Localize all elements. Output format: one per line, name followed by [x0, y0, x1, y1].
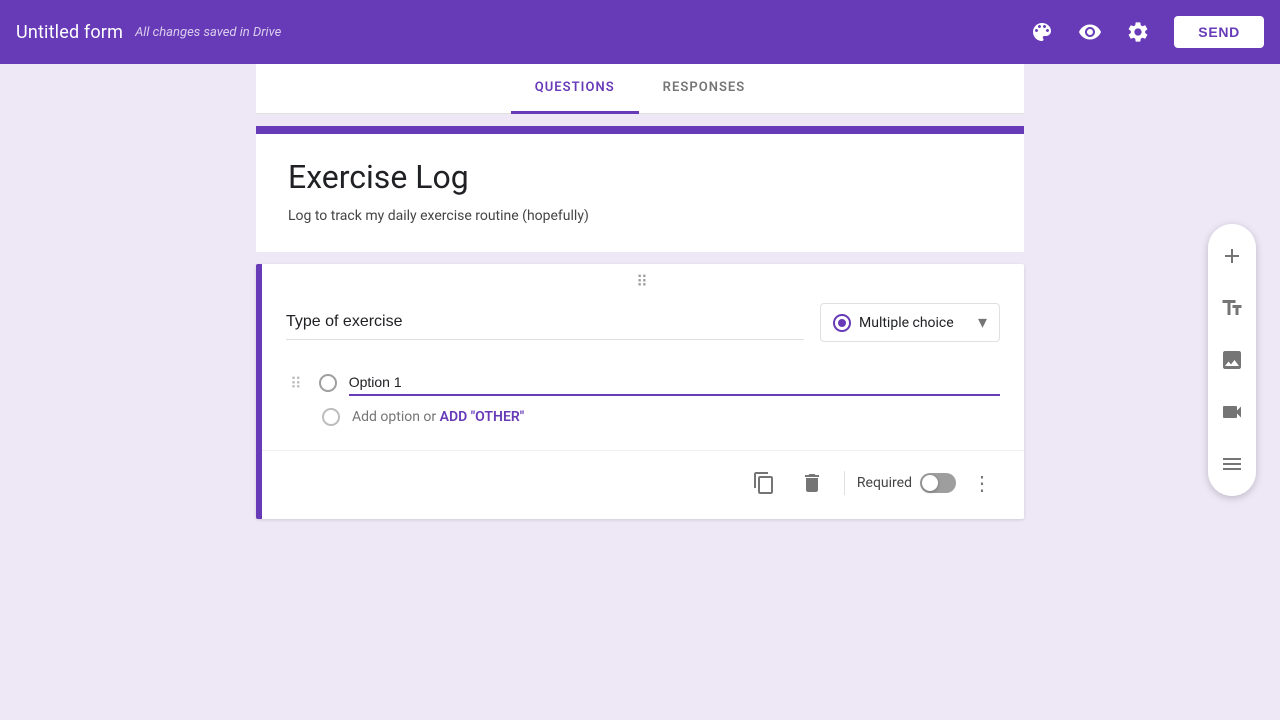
plus-icon: [1220, 244, 1244, 268]
settings-button[interactable]: [1118, 12, 1158, 52]
delete-button[interactable]: [792, 463, 832, 503]
text-icon: [1220, 296, 1244, 320]
question-footer: Required ⋮: [262, 450, 1024, 519]
preview-button[interactable]: [1070, 12, 1110, 52]
trash-icon: [800, 471, 824, 495]
add-image-button[interactable]: [1208, 336, 1256, 384]
type-label: Multiple choice: [859, 315, 970, 331]
add-title-button[interactable]: [1208, 284, 1256, 332]
eye-icon: [1078, 20, 1102, 44]
duplicate-button[interactable]: [744, 463, 784, 503]
option-1-input[interactable]: [349, 370, 1000, 396]
chevron-down-icon: ▾: [978, 312, 987, 333]
options-area: ⠿ Add option or ADD "OTHER": [286, 366, 1000, 442]
required-label: Required: [857, 475, 912, 491]
gear-icon: [1126, 20, 1150, 44]
header-left: Untitled form All changes saved in Drive: [16, 22, 1022, 43]
add-option-text[interactable]: Add option or ADD "OTHER": [352, 409, 524, 425]
question-title-input[interactable]: [286, 305, 804, 340]
option-radio-1: [319, 374, 337, 392]
tab-responses[interactable]: RESPONSES: [639, 64, 770, 114]
app-header: Untitled form All changes saved in Drive…: [0, 0, 1280, 64]
required-toggle[interactable]: [920, 473, 956, 493]
question-body: Multiple choice ▾ ⠿ Add: [262, 295, 1024, 442]
add-section-button[interactable]: [1208, 440, 1256, 488]
send-button[interactable]: SEND: [1174, 16, 1264, 48]
form-title: Untitled form: [16, 22, 123, 43]
more-options-button[interactable]: ⋮: [964, 465, 1000, 501]
image-icon: [1220, 348, 1244, 372]
question-type-selector[interactable]: Multiple choice ▾: [820, 303, 1000, 342]
radio-type-icon: [833, 314, 851, 332]
question-card: ⠿ Multiple choice ▾ ⠿: [256, 264, 1024, 519]
drag-handle: ⠿: [262, 264, 1024, 295]
add-option-row: Add option or ADD "OTHER": [322, 400, 1000, 434]
copy-icon: [752, 471, 776, 495]
content-area: QUESTIONS RESPONSES Exercise Log Log to …: [0, 64, 1280, 720]
add-video-button[interactable]: [1208, 388, 1256, 436]
tabs-bar: QUESTIONS RESPONSES: [256, 64, 1024, 114]
option-row-1: ⠿: [286, 366, 1000, 400]
video-icon: [1220, 400, 1244, 424]
tab-questions[interactable]: QUESTIONS: [511, 64, 639, 114]
form-header-card: Exercise Log Log to track my daily exerc…: [256, 126, 1024, 252]
add-question-button[interactable]: [1208, 232, 1256, 280]
palette-button[interactable]: [1022, 12, 1062, 52]
add-option-radio: [322, 408, 340, 426]
add-other-link[interactable]: ADD "OTHER": [440, 409, 525, 425]
option-drag-handle[interactable]: ⠿: [286, 374, 307, 393]
right-sidebar: [1208, 224, 1256, 496]
section-icon: [1220, 452, 1244, 476]
form-container: QUESTIONS RESPONSES Exercise Log Log to …: [256, 64, 1024, 720]
form-name: Exercise Log: [288, 158, 992, 196]
question-header: Multiple choice ▾: [286, 303, 1000, 342]
save-status: All changes saved in Drive: [135, 25, 281, 40]
form-description: Log to track my daily exercise routine (…: [288, 208, 992, 224]
palette-icon: [1030, 20, 1054, 44]
header-right: SEND: [1022, 12, 1264, 52]
footer-divider: [844, 471, 845, 495]
